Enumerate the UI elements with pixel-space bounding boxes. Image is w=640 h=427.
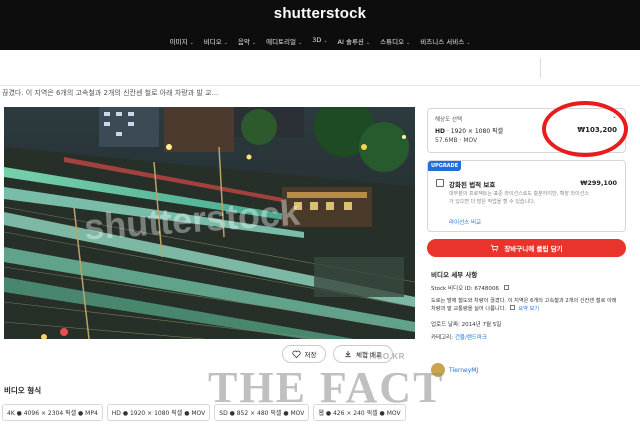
contributor-name[interactable]: TierneyMJ — [449, 367, 478, 374]
upgrade-badge: UPGRADE — [428, 161, 462, 171]
overlay-watermark-big: THE FACT — [208, 363, 445, 412]
chevron-down-icon: ⌄ — [223, 40, 228, 46]
site-header: shutterstock 이미지 ⌄ 비디오 ⌄ 음악 ⌄ 에디토리얼 ⌄ 3D ⌄ AI… — [0, 0, 640, 50]
nav-item-business[interactable]: 비즈니스 서비스 ⌄ — [420, 36, 470, 46]
file-info: 57.6MB · MOV — [435, 137, 478, 144]
chevron-down-icon: ⌄ — [189, 40, 194, 46]
heart-icon — [291, 350, 301, 358]
details-title: 비디오 세부 사항 — [431, 271, 478, 279]
chevron-down-icon: ⌄ — [298, 40, 303, 46]
nav-item-video[interactable]: 비디오 ⌄ — [204, 36, 228, 46]
nav-item-editorial[interactable]: 에디토리얼 ⌄ — [266, 36, 302, 46]
copy-icon[interactable] — [503, 285, 509, 290]
formats-title: 비디오 형식 — [4, 386, 42, 395]
upgrade-card[interactable]: UPGRADE 강화된 법적 보호 ₩299,100 대부분의 프로젝트는 표준… — [427, 160, 626, 232]
video-preview[interactable]: shutterstock — [4, 107, 415, 339]
add-to-cart-button[interactable]: 장바구니에 클립 담기 — [427, 239, 626, 257]
main-nav: 이미지 ⌄ 비디오 ⌄ 음악 ⌄ 에디토리얼 ⌄ 3D ⌄ AI 솔루션 ⌄ 스튜디오 ⌄ 비… — [0, 36, 640, 46]
save-button[interactable]: 저장 — [282, 345, 326, 363]
resolution-value: HD · 1920 × 1080 픽셀 — [435, 128, 504, 135]
overlay-watermark-small: TF.CO.KR — [364, 352, 405, 361]
chevron-down-icon: ⌄ — [323, 38, 328, 44]
upgrade-description: 대부분의 프로젝트는 표준 라이선스로도 충분하지만, 확장 라이선스가 있으면… — [449, 191, 589, 205]
chevron-down-icon: ⌄ — [251, 40, 257, 46]
upgrade-price: ₩299,100 — [580, 179, 617, 187]
license-compare-link[interactable]: 라이선스 비교 — [449, 218, 481, 226]
search-strip — [0, 50, 640, 86]
stock-id: Stock 비디오 ID: 6748006 — [431, 284, 509, 292]
copy-icon[interactable] — [509, 305, 515, 310]
cart-icon — [491, 244, 499, 252]
nav-item-3d[interactable]: 3D ⌄ — [312, 36, 327, 46]
format-chip-4k[interactable]: 4K ● 4096 × 2304 픽셀 ● MP4 — [2, 404, 103, 421]
category: 카테고리: 건물/랜드마크 — [431, 335, 488, 341]
nav-item-studio[interactable]: 스튜디오 ⌄ — [380, 36, 410, 46]
resolution-label: 해상도 선택 — [435, 117, 463, 123]
upgrade-title: 강화된 법적 보호 — [449, 181, 496, 189]
checkbox-icon[interactable] — [436, 179, 444, 187]
format-chip-hd[interactable]: HD ● 1920 × 1080 픽셀 ● MOV — [106, 404, 211, 421]
shutterstock-logo[interactable]: shutterstock — [0, 5, 640, 22]
summary-link[interactable]: 요약 보기 — [518, 306, 539, 312]
chevron-down-icon: ⌄ — [466, 40, 471, 46]
nav-item-music[interactable]: 음악 ⌄ — [238, 36, 256, 46]
upload-date: 업로드 날짜: 2014년 7월 5일 — [431, 322, 502, 328]
save-label: 저장 — [304, 351, 317, 359]
add-to-cart-label: 장바구니에 클립 담기 — [504, 245, 563, 253]
chevron-down-icon: ⌄ — [406, 40, 411, 46]
download-icon — [345, 351, 351, 358]
category-link[interactable]: 건물/랜드마크 — [455, 335, 487, 341]
chevron-down-icon: ⌄ — [365, 40, 371, 46]
price-highlight-circle — [542, 101, 628, 157]
video-description: 도로는 밤에 철도와 차량이 끊겼다. 이 지역은 6개의 고속철과 2개의 신… — [431, 298, 617, 312]
nav-item-images[interactable]: 이미지 ⌄ — [170, 36, 194, 46]
nav-item-ai[interactable]: AI 솔루션 ⌄ — [338, 36, 371, 46]
search-area[interactable] — [540, 58, 640, 78]
page-title: 끊겼다. 이 지역은 6개의 고속철과 2개의 신칸센 철로 아래 차량과 발 … — [2, 89, 219, 97]
